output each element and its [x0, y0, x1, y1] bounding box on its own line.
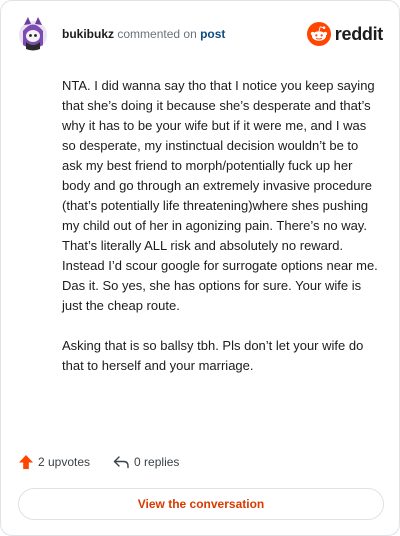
comment-body: NTA. I did wanna say tho that I notice y… [62, 76, 382, 396]
user-avatar[interactable] [18, 15, 48, 53]
reddit-snoo-icon [306, 22, 331, 46]
comment-card: bukibukz commented on post reddit NTA. I… [0, 0, 400, 536]
replies-stat[interactable]: 0 replies [112, 454, 179, 470]
username[interactable]: bukibukz [62, 27, 114, 41]
comment-meta: bukibukz commented on post [62, 27, 225, 41]
action-text: commented on [117, 27, 197, 41]
replies-count: 0 replies [134, 455, 180, 469]
comment-stats: 2 upvotes 0 replies [18, 454, 201, 470]
reddit-logo[interactable]: reddit [306, 22, 384, 46]
comment-paragraph: NTA. I did wanna say tho that I notice y… [62, 78, 378, 313]
avatar-icon [19, 17, 47, 51]
upvote-arrow-icon [19, 455, 33, 469]
view-conversation-button[interactable]: View the conversation [18, 488, 384, 520]
reply-arrow-icon [113, 456, 129, 469]
post-link[interactable]: post [200, 27, 225, 41]
comment-header: bukibukz commented on post reddit [18, 15, 383, 53]
upvotes-stat[interactable]: 2 upvotes [18, 454, 90, 470]
logo-text: reddit [334, 23, 384, 44]
upvotes-count: 2 upvotes [38, 455, 91, 469]
comment-paragraph: Asking that is so ballsy tbh. Pls don’t … [62, 338, 364, 373]
